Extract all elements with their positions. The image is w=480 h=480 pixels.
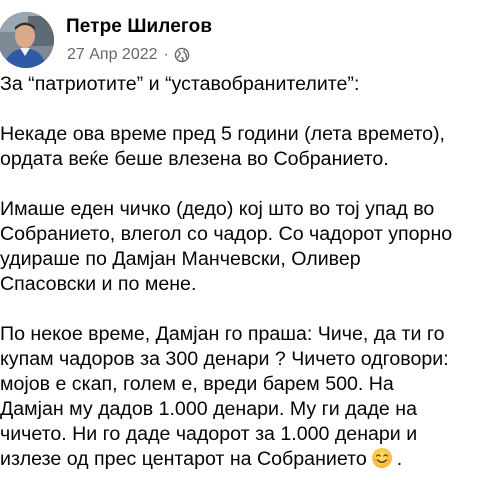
post-meta: 27 Апр 2022 · [67,46,190,64]
post-paragraph-last: По некое време, Дамјан го праша: Чиче, д… [0,322,480,472]
smiling-face-emoji-icon [371,447,393,469]
meta-separator: · [163,46,169,63]
post-body: За “патриотите” и “уставобранителите”: Н… [0,72,480,480]
globe-icon[interactable] [174,47,190,63]
avatar-photo [0,12,54,68]
facebook-post: Петре Шилегов 27 Апр 2022 · За “патриоти… [0,0,480,480]
post-header: Петре Шилегов 27 Апр 2022 · [0,0,480,80]
post-paragraph: Имаше еден чичко (дедо) кој што во тој у… [0,198,453,295]
trailing-punctuation: . [396,448,403,470]
post-paragraph: Некаде ова време пред 5 години (лета вре… [0,123,445,170]
post-date[interactable]: 27 Апр 2022 [67,46,158,64]
post-paragraph: За “патриотите” и “уставобранителите”: [0,73,360,95]
author-name[interactable]: Петре Шилегов [66,16,212,38]
avatar[interactable] [0,12,54,68]
